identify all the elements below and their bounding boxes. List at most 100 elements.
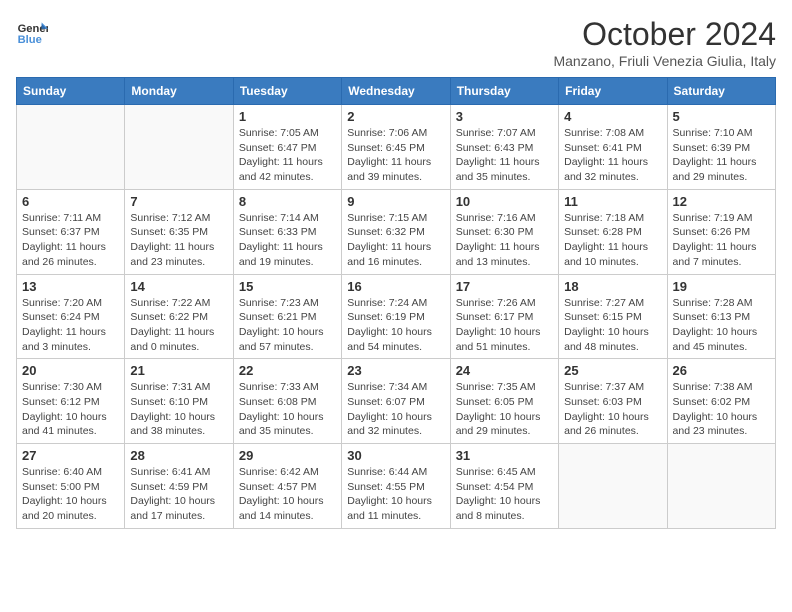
weekday-header-friday: Friday [559, 78, 667, 105]
day-info: Sunrise: 7:27 AMSunset: 6:15 PMDaylight:… [564, 296, 661, 355]
day-number: 31 [456, 448, 553, 463]
logo: General Blue [16, 16, 48, 48]
day-number: 26 [673, 363, 770, 378]
calendar-cell: 27 Sunrise: 6:40 AMSunset: 5:00 PMDayligh… [17, 444, 125, 529]
calendar-cell: 15 Sunrise: 7:23 AMSunset: 6:21 PMDayligh… [233, 274, 341, 359]
calendar-cell: 21Sunrise: 7:31 AMSunset: 6:10 PMDayligh… [125, 359, 233, 444]
day-number: 19 [673, 279, 770, 294]
page-header: General Blue October 2024 Manzano, Friul… [16, 16, 776, 69]
day-info: Sunrise: 7:12 AMSunset: 6:35 PMDaylight:… [130, 211, 227, 270]
calendar-cell: 3 Sunrise: 7:07 AMSunset: 6:43 PMDaylight… [450, 105, 558, 190]
calendar-cell: 2 Sunrise: 7:06 AMSunset: 6:45 PMDaylight… [342, 105, 450, 190]
day-number: 15 [239, 279, 336, 294]
calendar-cell: 17Sunrise: 7:26 AMSunset: 6:17 PMDayligh… [450, 274, 558, 359]
day-number: 3 [456, 109, 553, 124]
day-info: Sunrise: 6:45 AMSunset: 4:54 PMDaylight:… [456, 465, 553, 524]
day-info: Sunrise: 7:10 AMSunset: 6:39 PMDaylight:… [673, 126, 770, 185]
day-number: 6 [22, 194, 119, 209]
day-number: 25 [564, 363, 661, 378]
calendar-cell: 19Sunrise: 7:28 AMSunset: 6:13 PMDayligh… [667, 274, 775, 359]
month-title: October 2024 [553, 16, 776, 53]
day-info: Sunrise: 7:22 AMSunset: 6:22 PMDaylight:… [130, 296, 227, 355]
location-subtitle: Manzano, Friuli Venezia Giulia, Italy [553, 53, 776, 69]
weekday-header-sunday: Sunday [17, 78, 125, 105]
calendar-cell: 22Sunrise: 7:33 AMSunset: 6:08 PMDayligh… [233, 359, 341, 444]
calendar-cell: 13 Sunrise: 7:20 AMSunset: 6:24 PMDayligh… [17, 274, 125, 359]
day-info: Sunrise: 7:07 AMSunset: 6:43 PMDaylight:… [456, 126, 553, 185]
day-number: 12 [673, 194, 770, 209]
day-info: Sunrise: 7:23 AMSunset: 6:21 PMDaylight:… [239, 296, 336, 355]
day-number: 14 [130, 279, 227, 294]
calendar-cell: 12 Sunrise: 7:19 AMSunset: 6:26 PMDayligh… [667, 189, 775, 274]
day-number: 20 [22, 363, 119, 378]
calendar-cell: 28 Sunrise: 6:41 AMSunset: 4:59 PMDayligh… [125, 444, 233, 529]
day-number: 27 [22, 448, 119, 463]
day-number: 13 [22, 279, 119, 294]
day-info: Sunrise: 7:06 AMSunset: 6:45 PMDaylight:… [347, 126, 444, 185]
day-number: 8 [239, 194, 336, 209]
day-number: 7 [130, 194, 227, 209]
calendar-cell [125, 105, 233, 190]
day-number: 10 [456, 194, 553, 209]
calendar-cell: 30Sunrise: 6:44 AMSunset: 4:55 PMDayligh… [342, 444, 450, 529]
day-number: 17 [456, 279, 553, 294]
day-number: 24 [456, 363, 553, 378]
day-number: 28 [130, 448, 227, 463]
calendar-cell: 26 Sunrise: 7:38 AMSunset: 6:02 PMDayligh… [667, 359, 775, 444]
day-info: Sunrise: 6:41 AMSunset: 4:59 PMDaylight:… [130, 465, 227, 524]
day-info: Sunrise: 7:16 AMSunset: 6:30 PMDaylight:… [456, 211, 553, 270]
day-number: 23 [347, 363, 444, 378]
calendar-table: SundayMondayTuesdayWednesdayThursdayFrid… [16, 77, 776, 529]
day-number: 18 [564, 279, 661, 294]
day-number: 30 [347, 448, 444, 463]
day-info: Sunrise: 7:37 AMSunset: 6:03 PMDaylight:… [564, 380, 661, 439]
weekday-header-thursday: Thursday [450, 78, 558, 105]
calendar-cell [17, 105, 125, 190]
day-info: Sunrise: 7:08 AMSunset: 6:41 PMDaylight:… [564, 126, 661, 185]
day-number: 22 [239, 363, 336, 378]
calendar-cell: 14 Sunrise: 7:22 AMSunset: 6:22 PMDayligh… [125, 274, 233, 359]
day-info: Sunrise: 7:19 AMSunset: 6:26 PMDaylight:… [673, 211, 770, 270]
calendar-cell: 18 Sunrise: 7:27 AMSunset: 6:15 PMDayligh… [559, 274, 667, 359]
weekday-header-monday: Monday [125, 78, 233, 105]
calendar-cell: 29Sunrise: 6:42 AMSunset: 4:57 PMDayligh… [233, 444, 341, 529]
title-section: October 2024 Manzano, Friuli Venezia Giu… [553, 16, 776, 69]
weekday-header-row: SundayMondayTuesdayWednesdayThursdayFrid… [17, 78, 776, 105]
day-number: 21 [130, 363, 227, 378]
day-number: 2 [347, 109, 444, 124]
week-row-3: 13 Sunrise: 7:20 AMSunset: 6:24 PMDayligh… [17, 274, 776, 359]
day-info: Sunrise: 7:11 AMSunset: 6:37 PMDaylight:… [22, 211, 119, 270]
day-info: Sunrise: 7:05 AMSunset: 6:47 PMDaylight:… [239, 126, 336, 185]
calendar-cell: 5 Sunrise: 7:10 AMSunset: 6:39 PMDaylight… [667, 105, 775, 190]
calendar-cell: 9Sunrise: 7:15 AMSunset: 6:32 PMDaylight… [342, 189, 450, 274]
week-row-2: 6 Sunrise: 7:11 AMSunset: 6:37 PMDaylight… [17, 189, 776, 274]
svg-text:Blue: Blue [18, 34, 42, 46]
day-info: Sunrise: 7:30 AMSunset: 6:12 PMDaylight:… [22, 380, 119, 439]
week-row-1: 1 Sunrise: 7:05 AMSunset: 6:47 PMDaylight… [17, 105, 776, 190]
day-info: Sunrise: 7:24 AMSunset: 6:19 PMDaylight:… [347, 296, 444, 355]
day-number: 1 [239, 109, 336, 124]
day-info: Sunrise: 6:42 AMSunset: 4:57 PMDaylight:… [239, 465, 336, 524]
day-number: 4 [564, 109, 661, 124]
day-number: 11 [564, 194, 661, 209]
week-row-5: 27 Sunrise: 6:40 AMSunset: 5:00 PMDayligh… [17, 444, 776, 529]
calendar-cell: 23 Sunrise: 7:34 AMSunset: 6:07 PMDayligh… [342, 359, 450, 444]
calendar-cell: 1 Sunrise: 7:05 AMSunset: 6:47 PMDaylight… [233, 105, 341, 190]
week-row-4: 20 Sunrise: 7:30 AMSunset: 6:12 PMDayligh… [17, 359, 776, 444]
calendar-cell: 25 Sunrise: 7:37 AMSunset: 6:03 PMDayligh… [559, 359, 667, 444]
calendar-cell: 7 Sunrise: 7:12 AMSunset: 6:35 PMDaylight… [125, 189, 233, 274]
calendar-cell: 20 Sunrise: 7:30 AMSunset: 6:12 PMDayligh… [17, 359, 125, 444]
calendar-cell: 6 Sunrise: 7:11 AMSunset: 6:37 PMDaylight… [17, 189, 125, 274]
day-info: Sunrise: 7:38 AMSunset: 6:02 PMDaylight:… [673, 380, 770, 439]
day-number: 9 [347, 194, 444, 209]
calendar-cell [559, 444, 667, 529]
day-number: 5 [673, 109, 770, 124]
day-info: Sunrise: 7:35 AMSunset: 6:05 PMDaylight:… [456, 380, 553, 439]
calendar-cell: 10 Sunrise: 7:16 AMSunset: 6:30 PMDayligh… [450, 189, 558, 274]
calendar-cell: 24 Sunrise: 7:35 AMSunset: 6:05 PMDayligh… [450, 359, 558, 444]
day-info: Sunrise: 6:40 AMSunset: 5:00 PMDaylight:… [22, 465, 119, 524]
day-number: 16 [347, 279, 444, 294]
day-info: Sunrise: 7:20 AMSunset: 6:24 PMDaylight:… [22, 296, 119, 355]
day-info: Sunrise: 7:34 AMSunset: 6:07 PMDaylight:… [347, 380, 444, 439]
logo-icon: General Blue [16, 16, 48, 48]
